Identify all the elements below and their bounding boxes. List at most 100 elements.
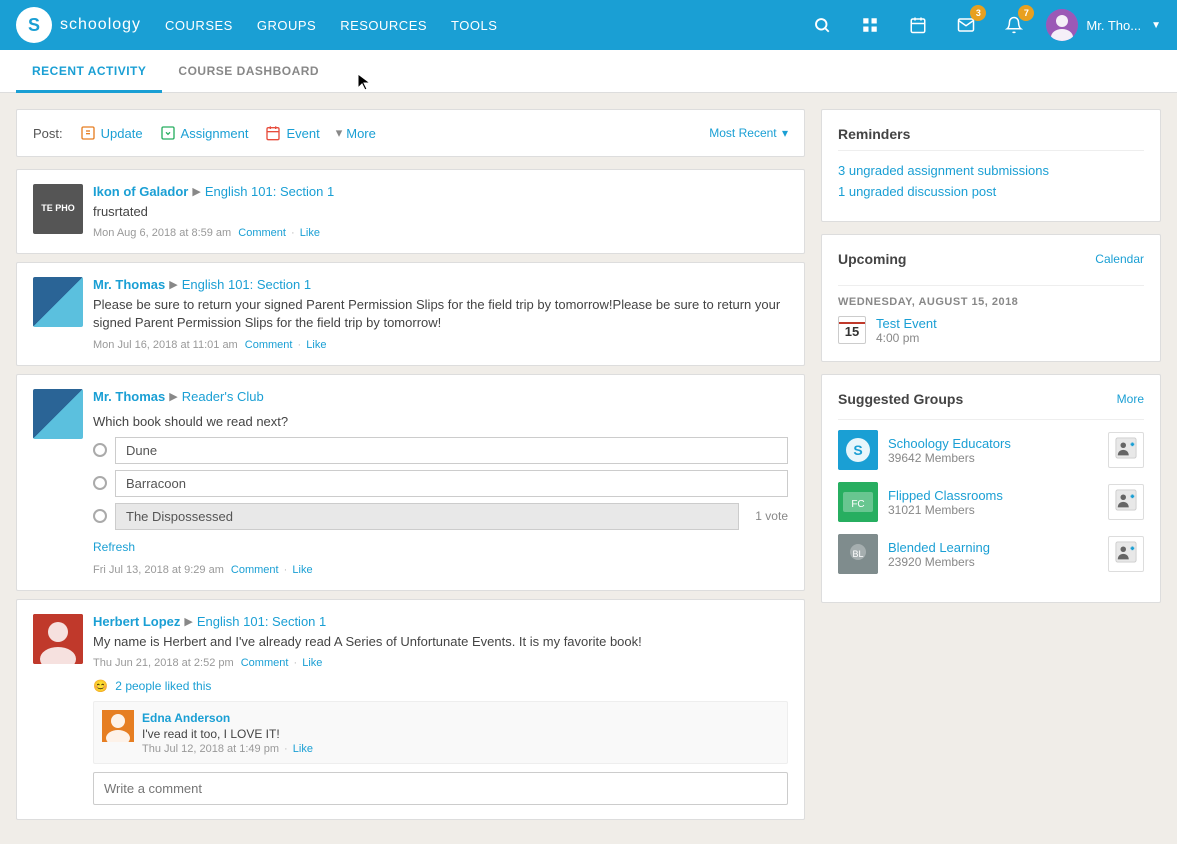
post-event-btn[interactable]: Event	[260, 122, 323, 144]
like-link[interactable]: Like	[306, 339, 326, 351]
comment-like-link[interactable]: Like	[293, 743, 313, 755]
group-avatar-flipped: FC	[838, 482, 878, 522]
comment-text: I've read it too, I LOVE IT!	[142, 727, 779, 741]
comment-link[interactable]: Comment	[245, 339, 293, 351]
breadcrumb-arrow: ▶	[169, 390, 177, 403]
more-arrow-icon: ▾	[336, 125, 343, 141]
likes-people-link[interactable]: 2 people liked this	[115, 679, 211, 693]
group-name[interactable]: Blended Learning	[888, 540, 1098, 555]
alerts-button[interactable]: 7	[998, 9, 1030, 41]
group-info: Schoology Educators 39642 Members	[888, 436, 1098, 465]
calendar-button[interactable]	[902, 9, 934, 41]
course-name[interactable]: English 101: Section 1	[182, 277, 311, 292]
course-name[interactable]: English 101: Section 1	[197, 614, 326, 629]
item-content: Ikon of Galador ▶ English 101: Section 1…	[93, 184, 788, 239]
item-content: Mr. Thomas ▶ Reader's Club Which book sh…	[93, 389, 788, 576]
like-link[interactable]: Like	[292, 564, 312, 576]
calendar-link[interactable]: Calendar	[1095, 252, 1144, 266]
course-name[interactable]: Reader's Club	[182, 389, 264, 404]
comment-link[interactable]: Comment	[241, 657, 289, 669]
poll-option: The Dispossessed 1 vote	[93, 503, 788, 530]
activity-item-herbert: Herbert Lopez ▶ English 101: Section 1 M…	[16, 599, 805, 820]
reminder-item-1[interactable]: 3 ungraded assignment submissions	[838, 163, 1144, 178]
group-name[interactable]: Flipped Classrooms	[888, 488, 1098, 503]
upcoming-title: Upcoming	[838, 251, 906, 267]
author-name[interactable]: Herbert Lopez	[93, 614, 180, 629]
nav-resources[interactable]: RESOURCES	[340, 14, 427, 37]
group-avatar-schoology: S	[838, 430, 878, 470]
group-join-btn[interactable]	[1108, 484, 1144, 520]
group-info: Flipped Classrooms 31021 Members	[888, 488, 1098, 517]
post-label: Post:	[33, 126, 63, 141]
group-join-btn[interactable]	[1108, 432, 1144, 468]
item-meta: Thu Jun 21, 2018 at 2:52 pm Comment · Li…	[93, 657, 788, 669]
suggested-groups-title: Suggested Groups	[838, 391, 963, 407]
item-meta: Fri Jul 13, 2018 at 9:29 am Comment · Li…	[93, 564, 788, 576]
poll-radio-3[interactable]	[93, 509, 107, 523]
poll-radio-2[interactable]	[93, 476, 107, 490]
tab-recent-activity[interactable]: RECENT ACTIVITY	[16, 50, 162, 93]
like-link[interactable]: Like	[302, 657, 322, 669]
post-bar: Post: Update Assignment	[16, 109, 805, 157]
comment-link[interactable]: Comment	[231, 564, 279, 576]
nav-tools[interactable]: TOOLS	[451, 14, 497, 37]
search-button[interactable]	[806, 9, 838, 41]
avatar	[33, 614, 83, 664]
course-name[interactable]: English 101: Section 1	[205, 184, 334, 199]
nav-courses[interactable]: COURSES	[165, 14, 233, 37]
post-assignment-btn[interactable]: Assignment	[155, 122, 253, 144]
nav-links: COURSES GROUPS RESOURCES TOOLS	[165, 14, 806, 37]
comment-section: 😊 2 people liked this	[93, 679, 788, 805]
upcoming-item: 15 Test Event 4:00 pm	[838, 316, 1144, 345]
user-dropdown-icon: ▼	[1151, 20, 1161, 31]
item-content: Herbert Lopez ▶ English 101: Section 1 M…	[93, 614, 788, 805]
reminder-item-2[interactable]: 1 ungraded discussion post	[838, 184, 1144, 199]
item-time: Mon Aug 6, 2018 at 8:59 am	[93, 227, 231, 239]
groups-more-link[interactable]: More	[1117, 392, 1144, 406]
sort-dropdown[interactable]: Most Recent ▾	[707, 126, 788, 140]
comment-link[interactable]: Comment	[238, 227, 286, 239]
comment-input[interactable]	[93, 772, 788, 805]
messages-badge: 3	[970, 5, 986, 21]
poll-option-text-1[interactable]: Dune	[115, 437, 788, 464]
post-assignment-label: Assignment	[181, 126, 249, 141]
tabs-bar: RECENT ACTIVITY COURSE DASHBOARD	[0, 50, 1177, 93]
user-menu[interactable]: Mr. Tho... ▼	[1046, 9, 1161, 41]
poll-votes: 1 vote	[755, 509, 788, 523]
author-name[interactable]: Mr. Thomas	[93, 277, 165, 292]
post-event-label: Event	[286, 126, 319, 141]
activity-item-poll: Mr. Thomas ▶ Reader's Club Which book sh…	[16, 374, 805, 591]
like-link[interactable]: Like	[300, 227, 320, 239]
messages-button[interactable]: 3	[950, 9, 982, 41]
logo-icon: S	[16, 7, 52, 43]
poll-option-text-3[interactable]: The Dispossessed	[115, 503, 739, 530]
nav-icons: 3 7 Mr. Tho... ▼	[806, 9, 1161, 41]
comment-meta: Thu Jul 12, 2018 at 1:49 pm · Like	[142, 743, 779, 755]
poll-radio-1[interactable]	[93, 443, 107, 457]
comment-author[interactable]: Edna Anderson	[142, 711, 230, 725]
user-avatar	[1046, 9, 1078, 41]
tab-course-dashboard[interactable]: COURSE DASHBOARD	[162, 50, 335, 93]
svg-text:S: S	[853, 442, 862, 458]
poll-option-text-2[interactable]: Barracoon	[115, 470, 788, 497]
event-name[interactable]: Test Event	[876, 316, 937, 331]
group-join-btn[interactable]	[1108, 536, 1144, 572]
group-name[interactable]: Schoology Educators	[888, 436, 1098, 451]
post-update-label: Update	[101, 126, 143, 141]
grid-button[interactable]	[854, 9, 886, 41]
item-body: frusrtated	[93, 203, 788, 221]
group-members: 23920 Members	[888, 555, 1098, 569]
nav-groups[interactable]: GROUPS	[257, 14, 316, 37]
item-content: Mr. Thomas ▶ English 101: Section 1 Plea…	[93, 277, 788, 350]
author-name[interactable]: Ikon of Galador	[93, 184, 188, 199]
poll-refresh-btn[interactable]: Refresh	[93, 540, 135, 554]
post-more-btn[interactable]: ▾ More	[332, 123, 380, 143]
join-group-icon	[1115, 489, 1137, 516]
breadcrumb-arrow: ▶	[184, 615, 192, 628]
calendar-event-icon: 15	[838, 316, 866, 344]
item-body: My name is Herbert and I've already read…	[93, 633, 788, 651]
post-update-btn[interactable]: Update	[75, 122, 147, 144]
activity-item: Mr. Thomas ▶ English 101: Section 1 Plea…	[16, 262, 805, 365]
logo[interactable]: S schoology	[16, 7, 141, 43]
author-name[interactable]: Mr. Thomas	[93, 389, 165, 404]
